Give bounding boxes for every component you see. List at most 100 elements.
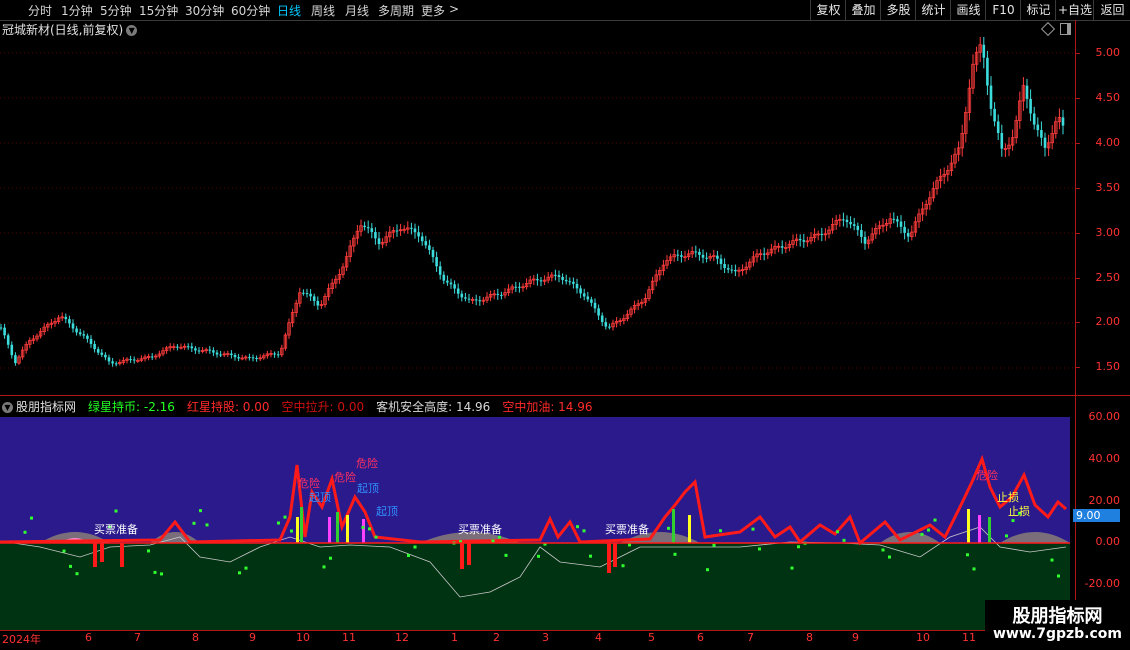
time-label-9: 2 [493,631,500,644]
candle-body [996,121,1000,133]
time-label-11: 4 [595,631,602,644]
stock-title[interactable]: 冠城新材(日线,前复权) ▼ [2,21,138,38]
candle-body [107,357,111,362]
candle-body [10,344,14,356]
candle-body [500,294,503,296]
candle-body [518,286,521,288]
candle-body [593,302,597,309]
candle-body [698,251,701,255]
candle-body [435,257,438,267]
chevron-right-icon[interactable]: > [449,2,459,16]
price-tick-4: 3.00 [1095,226,1121,239]
time-label-8: 1 [451,631,458,644]
candle-body [248,357,251,359]
time-label-3: 8 [192,631,199,644]
price-tick-mark [1076,367,1080,368]
candle-body [568,281,572,283]
candle-body [431,249,435,258]
candle-body [309,293,312,297]
toolbar-button-5[interactable]: F10 [985,0,1021,20]
candle-body [716,255,719,259]
candle-body [446,280,449,283]
price-tick-mark [1076,188,1080,189]
candle-body [86,335,89,339]
panel-toggle-icon[interactable] [1060,23,1071,35]
signal-labels: 买票准备 买票准备 买票准备 危险 危险 危险 危险 起顶 起顶 起顶 止损 止损 [0,397,1075,630]
candle-body [579,288,582,294]
candle-body [312,296,316,301]
period-tab-2[interactable]: 5分钟 [100,2,132,19]
time-label-1: 6 [85,631,92,644]
candle-body [557,275,561,277]
signal-label: 买票准备 [458,523,502,536]
signal-label: 买票准备 [94,523,138,536]
period-tab-0[interactable]: 分时 [28,2,52,19]
toolbar-button-1[interactable]: 叠加 [845,0,881,20]
candle-body [410,227,413,229]
candle-body [460,293,464,298]
candle-body [496,293,500,295]
candle-body [802,240,806,242]
price-tick-2: 4.00 [1095,136,1121,149]
candle-body [212,350,215,353]
candle-body [255,357,258,359]
toolbar-button-3[interactable]: 统计 [915,0,951,20]
indicator-tick-1: 40.00 [1088,452,1121,465]
candle-body [906,232,910,237]
indicator-tick-4: -20.00 [1084,577,1120,590]
period-tab-10[interactable]: 更多 [421,2,445,19]
pane-divider [0,395,1130,396]
period-tab-8[interactable]: 月线 [345,2,369,19]
candle-body [237,357,240,359]
toolbar-button-4[interactable]: 画线 [950,0,986,20]
candle-body [273,353,276,355]
time-label-12: 5 [648,631,655,644]
candle-body [762,253,766,255]
period-tab-3[interactable]: 15分钟 [139,2,178,19]
candle-body [197,350,201,352]
price-tick-mark [1076,322,1080,323]
candle-body [78,332,82,335]
toolbar-button-2[interactable]: 多股 [880,0,916,20]
price-tick-mark [1076,278,1080,279]
period-tab-5[interactable]: 60分钟 [231,2,270,19]
chevron-down-icon[interactable]: ▼ [126,25,138,36]
period-tab-6[interactable]: 日线 [277,2,301,19]
period-tab-1[interactable]: 1分钟 [61,2,93,19]
candle-body [64,316,68,320]
candle-body [464,297,467,299]
candle-body [1025,85,1029,99]
candle-body [726,268,730,270]
candle-body [194,348,197,351]
period-tab-7[interactable]: 周线 [311,2,335,19]
candle-body [93,343,96,350]
candle-body [366,227,370,229]
toolbar-button-0[interactable]: 复权 [810,0,846,20]
candle-body [219,354,222,356]
candle-body [845,219,849,223]
candle-body [190,346,194,349]
signal-label: 止损 [1008,505,1030,518]
toolbar-button-6[interactable]: 标记 [1020,0,1056,20]
time-label-10: 3 [542,631,549,644]
candle-body [1040,130,1043,138]
candle-body [1000,132,1004,149]
candle-body [701,254,705,258]
candle-body [899,221,903,227]
period-tab-4[interactable]: 30分钟 [185,2,224,19]
diamond-icon[interactable] [1040,21,1056,37]
candle-body [604,322,608,327]
candle-body [852,224,856,226]
period-tab-9[interactable]: 多周期 [378,2,414,19]
time-label-17: 10 [916,631,930,644]
candlestick-chart[interactable] [0,37,1075,395]
candle-body [514,286,518,288]
candle-body [111,361,114,364]
candle-body [820,233,824,235]
signal-label: 危险 [334,471,356,484]
candle-body [82,334,86,336]
price-tick-6: 2.00 [1095,315,1121,328]
candle-body [705,257,708,259]
candle-body [428,245,431,250]
time-label-7: 12 [395,631,409,644]
